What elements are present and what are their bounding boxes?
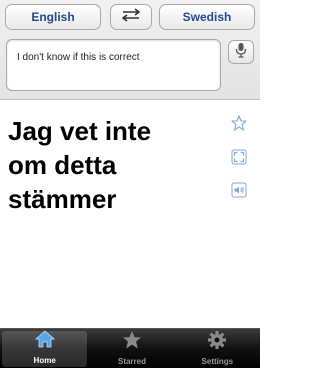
target-language-label: Swedish — [182, 10, 232, 24]
tab-home[interactable]: Home — [2, 329, 88, 367]
home-icon — [34, 329, 56, 354]
tab-bar: Home Starred Settings — [0, 328, 260, 368]
source-language-button[interactable]: English — [5, 4, 101, 30]
translation-line-1: Jag vet inte — [8, 116, 152, 146]
translate-app: English Swedish I don't know if this is … — [0, 0, 260, 368]
gear-icon — [206, 330, 228, 355]
speaker-icon[interactable] — [230, 181, 248, 199]
source-text-value: I don't know if this is correct — [17, 52, 140, 63]
swap-languages-button[interactable] — [110, 4, 152, 30]
voice-input-button[interactable] — [228, 40, 254, 64]
tab-starred-label: Starred — [117, 357, 146, 366]
star-icon — [121, 330, 143, 355]
translation-line-2: om detta — [8, 150, 117, 180]
target-language-button[interactable]: Swedish — [159, 4, 255, 30]
tab-home-label: Home — [33, 356, 56, 365]
source-text-input[interactable]: I don't know if this is correct — [6, 39, 221, 91]
fullscreen-icon[interactable] — [230, 148, 248, 166]
translation-result: Jag vet inte om detta stämmer — [8, 114, 218, 216]
microphone-icon — [235, 42, 247, 63]
language-panel: English Swedish I don't know if this is … — [0, 0, 260, 100]
star-icon[interactable] — [230, 114, 248, 132]
tab-settings[interactable]: Settings — [175, 329, 260, 368]
source-language-label: English — [31, 10, 75, 24]
swap-arrows-icon — [119, 7, 143, 27]
tab-starred[interactable]: Starred — [89, 329, 174, 368]
translation-line-3: stämmer — [8, 184, 117, 214]
tab-settings-label: Settings — [201, 357, 234, 366]
